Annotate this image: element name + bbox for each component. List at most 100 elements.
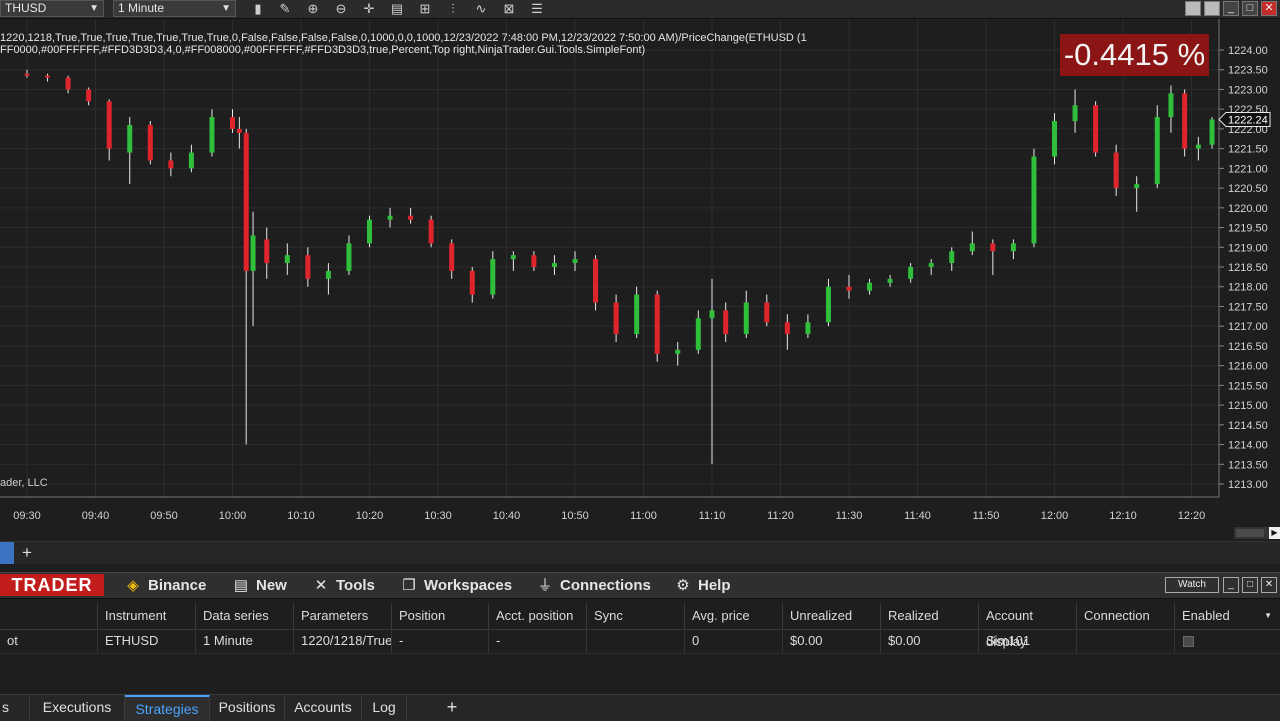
y-tick-label: 1223.50 [1228,65,1268,77]
candle [469,267,475,303]
candle [695,310,701,354]
menu-binance[interactable]: ◈ Binance [124,573,206,598]
crosshair-icon[interactable]: ✛ [361,1,377,17]
column-header[interactable]: Account display [979,603,1077,649]
column-header[interactable]: Acct. position [489,603,587,629]
bar-chart-icon[interactable]: ▮ [250,1,266,17]
strategy-cell[interactable]: 1220/1218/True [294,629,392,653]
chart-tab-strip: + [0,541,1280,564]
menu-tools[interactable]: ✕ Tools [312,573,375,598]
candle-body [1072,105,1078,122]
strategy-cell[interactable] [587,629,685,653]
candle-body [764,302,770,323]
strategy-cell[interactable]: $0.00 [881,629,979,653]
candle-body [188,152,194,169]
candle-body [209,117,215,153]
column-header[interactable]: Enabled ▼ [1175,603,1280,629]
column-header[interactable] [0,603,98,629]
zoom-in-icon[interactable]: ⊕ [305,1,321,17]
chart-toolbar: THUSD ▼ 1 Minute ▼ ▮ ✎ ⊕ ⊖ ✛ ▤ ⊞ ⫶ ∿ ⊠ ☰… [0,0,1280,19]
restore-icon[interactable] [1185,1,1201,16]
list-icon[interactable]: ☰ [529,1,545,17]
tab-log[interactable]: Log [362,695,407,721]
column-header[interactable]: Sync [587,603,685,629]
column-header[interactable]: Realized [881,603,979,629]
menu-connections[interactable]: ⏚ Connections [536,573,650,598]
menu-workspaces[interactable]: ❐ Workspaces [400,573,512,598]
minimize-icon[interactable]: _ [1223,1,1239,16]
add-tab-button[interactable]: + [19,542,35,564]
tab-orders[interactable]: s [0,695,30,721]
strategy-cell[interactable]: ot [0,629,98,653]
candle-body [675,349,681,354]
y-tick-label: 1217.00 [1228,321,1268,333]
bottom-tab-strip: s Executions Strategies Positions Accoun… [0,694,1280,721]
connections-icon: ⏚ [537,577,553,594]
chevron-down-icon[interactable]: ▼ [1264,603,1272,629]
pencil-icon[interactable]: ✎ [277,1,293,17]
strategy-cell[interactable]: 0 [685,629,783,653]
price-chart[interactable]: 1224.00 1223.50 1223.00 1222.50 1222.00 1221.… [0,19,1280,526]
tab-strategies[interactable]: Strategies [125,695,210,721]
workspaces-icon: ❐ [402,577,416,594]
close-icon[interactable]: ✕ [1261,1,1277,16]
strategy-cell[interactable]: - [392,629,489,653]
scrollbar-thumb[interactable] [1236,529,1264,537]
candle-body [1168,93,1174,118]
tile-icon[interactable] [1204,1,1220,16]
column-header[interactable]: Unrealized [783,603,881,629]
column-header[interactable]: Parameters [294,603,392,629]
tab-accounts[interactable]: Accounts [285,695,362,721]
candle [250,211,256,327]
x-tick-label: 10:10 [287,510,315,522]
candle [654,290,660,362]
candle-body [367,219,372,244]
strategy-cell[interactable]: ETHUSD [98,629,196,653]
candle [127,117,133,185]
y-tick-label: 1216.00 [1228,361,1268,373]
column-header[interactable]: Avg. price [685,603,783,629]
tab-positions[interactable]: Positions [210,695,285,721]
strategy-cell[interactable]: 1 Minute [196,629,294,653]
strategy-cell[interactable]: Sim101 [979,629,1077,653]
column-header[interactable]: Connection [1077,603,1175,629]
strategies-icon[interactable]: ∿ [473,1,489,17]
zoom-out-icon[interactable]: ⊖ [333,1,349,17]
strategy-cell[interactable]: - [489,629,587,653]
enabled-checkbox[interactable] [1183,636,1194,647]
menu-new[interactable]: ▤ New [232,573,287,598]
tab-executions[interactable]: Executions [30,695,125,721]
column-header[interactable]: Instrument [98,603,196,629]
indicators-icon[interactable]: ⫶ [445,1,461,17]
chart-tab[interactable] [0,542,14,564]
interval-selector[interactable]: 1 Minute ▼ [113,0,236,17]
properties-icon[interactable]: ⊠ [501,1,517,17]
strategy-cell[interactable]: $0.00 [783,629,881,653]
chart-axes: 1224.001223.501223.001222.501222.001221.… [0,19,1271,522]
add-tab-button[interactable]: + [439,695,465,721]
scroll-right-icon[interactable]: ▶ [1269,527,1280,539]
data-box-icon[interactable]: ▤ [389,1,405,17]
close-icon[interactable]: ✕ [1261,577,1277,593]
candle-body [86,89,92,102]
maximize-icon[interactable]: □ [1242,1,1258,16]
x-tick-label: 09:30 [13,510,41,522]
candle-body [723,310,729,335]
instrument-selector[interactable]: THUSD ▼ [0,0,104,17]
y-tick-label: 1221.50 [1228,144,1268,156]
chart-trader-icon[interactable]: ⊞ [417,1,433,17]
column-header[interactable]: Position [392,603,489,629]
candle-body [969,243,975,252]
menu-label: New [256,577,287,594]
menu-help[interactable]: ⚙ Help [674,573,730,598]
candle [990,239,996,275]
horizontal-scrollbar[interactable]: ▶ [1234,527,1280,539]
strategy-cell[interactable] [1077,629,1175,653]
indicator-label: 1220,1218,True,True,True,True,True,True,… [0,32,807,56]
candle [634,286,640,339]
maximize-icon[interactable]: □ [1242,577,1258,593]
column-header[interactable]: Data series [196,603,294,629]
candle-body [743,302,749,335]
watch-button[interactable]: Watch [1165,577,1219,593]
minimize-icon[interactable]: _ [1223,577,1239,593]
